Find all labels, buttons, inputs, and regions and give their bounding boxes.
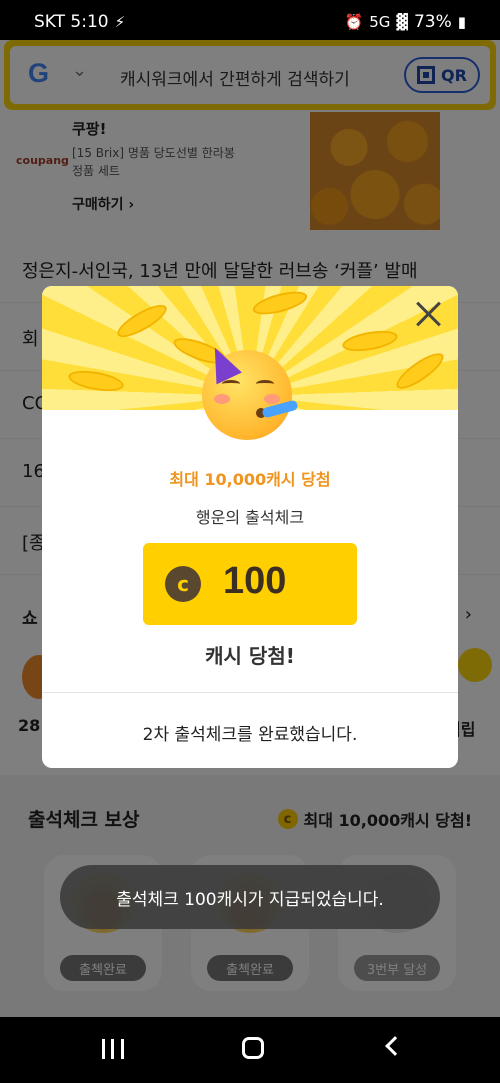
dialog-headline: 최대 10,000캐시 당첨 <box>169 470 331 489</box>
dialog-divider <box>42 692 458 693</box>
coin-decoration <box>391 347 449 395</box>
party-face-icon <box>202 341 299 440</box>
toast-message: 출석체크 100캐시가 지급되었습니다. <box>60 865 440 929</box>
emoji-eye <box>222 380 240 388</box>
close-icon[interactable] <box>414 300 442 328</box>
reward-dialog: 최대 10,000캐시 당첨 행운의 출석체크 c 100 캐시 당첨! 2차 … <box>42 286 458 768</box>
status-bar: SKT 5:10 ⚡ ⏰ 5G ▓ 73% ▮ <box>0 0 500 40</box>
cash-amount-box: c 100 <box>143 543 357 625</box>
cash-amount: 100 <box>223 560 287 602</box>
signal-icon: ▓ <box>396 13 408 31</box>
emoji-blush <box>264 394 280 404</box>
status-left: SKT 5:10 ⚡ <box>34 12 125 32</box>
coin-decoration <box>250 287 310 319</box>
status-time: SKT 5:10 <box>34 12 109 32</box>
notification-icon: ⚡ <box>114 13 126 31</box>
recent-apps-icon[interactable] <box>102 1039 124 1059</box>
emoji-blush <box>214 394 230 404</box>
navigation-bar <box>0 1017 500 1083</box>
status-right: ⏰ 5G ▓ 73% ▮ <box>345 12 466 32</box>
alarm-icon: ⏰ <box>344 13 364 31</box>
emoji-eye <box>256 380 274 388</box>
back-icon[interactable] <box>385 1036 405 1056</box>
coin-decoration <box>340 327 400 355</box>
win-text: 캐시 당첨! <box>205 644 295 668</box>
network-type: 5G <box>369 13 391 31</box>
completion-message: 2차 출석체크를 완료했습니다. <box>142 725 358 745</box>
coin-icon: c <box>165 566 201 602</box>
coin-decoration <box>66 367 126 395</box>
battery-icon: ▮ <box>457 13 466 31</box>
coin-decoration <box>113 299 171 343</box>
dialog-subtitle: 행운의 출석체크 <box>195 508 305 527</box>
home-icon[interactable] <box>242 1037 264 1059</box>
battery-level: 73% <box>413 12 452 32</box>
